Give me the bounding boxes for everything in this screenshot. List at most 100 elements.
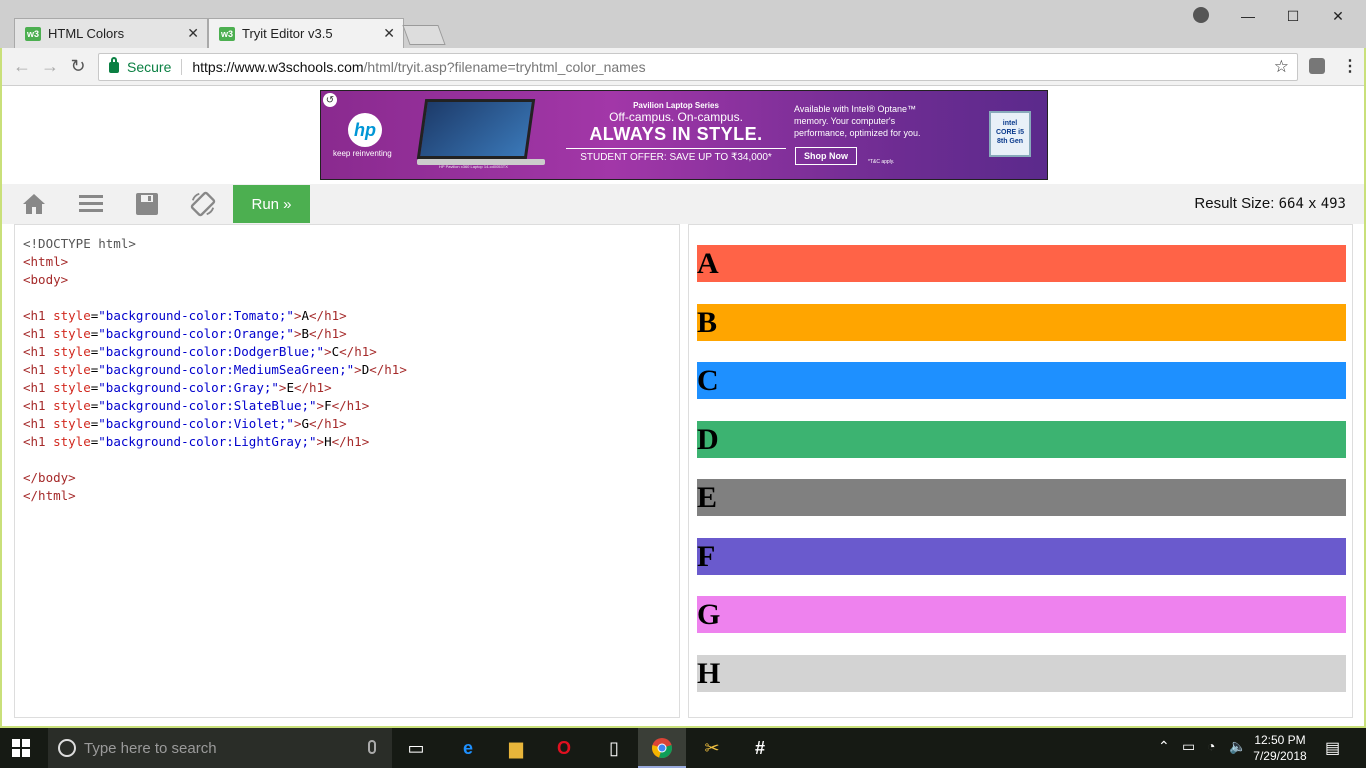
url-host: https://www.w3schools.com (192, 59, 364, 75)
result-width: 664 (1278, 196, 1304, 212)
code-line-body-open: <body> (23, 272, 69, 287)
slack-icon[interactable]: # (748, 736, 772, 760)
code-token: > (316, 434, 325, 449)
windows-start-icon[interactable] (12, 739, 30, 757)
extension-icon[interactable] (1309, 58, 1325, 74)
result-heading-f: F (697, 537, 1346, 575)
ad-area: ↺ hp keep reinventing HP Pavilion x360 L… (2, 87, 1364, 184)
browser-toolbar: ← → ↻ Secure https://www.w3schools.com /… (2, 48, 1364, 86)
close-tab-icon[interactable]: ✕ (187, 25, 199, 42)
search-placeholder: Type here to search (84, 739, 217, 757)
ad-offcampus: Off-campus. On-campus. (609, 110, 743, 124)
code-token-value: C (331, 344, 340, 359)
ad-choice-icon[interactable]: ↺ (323, 93, 337, 107)
code-token: ;" (278, 416, 294, 431)
code-token: style (53, 434, 91, 449)
code-token-value: F (324, 398, 332, 413)
code-token: style (53, 326, 91, 341)
volume-icon[interactable]: 🔈 (1229, 738, 1246, 755)
code-token: style (53, 416, 91, 431)
result-size: Result Size: 664 x 493 (1194, 195, 1346, 212)
back-icon[interactable]: ← (12, 56, 32, 76)
account-icon[interactable] (1193, 7, 1209, 23)
code-token: "background-color: (98, 380, 234, 395)
ad-divider (566, 148, 786, 149)
code-token: </h1> (309, 326, 347, 341)
more-menu-icon[interactable]: ⋮ (1342, 56, 1358, 76)
code-editor[interactable]: <!DOCTYPE html> <html> <body> <h1 style=… (14, 224, 680, 718)
shop-now-button[interactable]: Shop Now (795, 147, 857, 165)
close-tab-icon[interactable]: ✕ (383, 25, 395, 42)
w3schools-favicon-icon: w3 (219, 26, 235, 41)
clock-date: 7/29/2018 (1253, 749, 1307, 763)
save-icon[interactable] (134, 192, 160, 216)
code-token-value: E (286, 380, 294, 395)
forward-icon[interactable]: → (40, 56, 60, 76)
ad-series: Pavilion Laptop Series (633, 101, 719, 110)
result-heading-e: E (697, 479, 1346, 516)
file-explorer-icon[interactable]: ▆ (504, 736, 528, 760)
code-token: "background-color: (98, 398, 234, 413)
code-token: </h1> (331, 434, 370, 449)
reload-icon[interactable]: ↻ (68, 56, 88, 76)
new-tab-button[interactable] (402, 25, 446, 45)
code-token: style (53, 380, 91, 395)
rotate-layout-icon[interactable] (190, 191, 216, 217)
wifi-icon[interactable]: ◔ (1207, 738, 1215, 754)
code-token: "background-color: (98, 326, 234, 341)
code-line-h1: <h1 style="background-color:Violet;">G</… (23, 415, 671, 433)
minimize-icon[interactable]: — (1238, 6, 1258, 26)
edge-icon[interactable]: e (456, 736, 480, 760)
code-token: "background-color: (98, 362, 234, 377)
intel-core: CORE i5 (995, 129, 1024, 136)
hp-ad-banner[interactable]: ↺ hp keep reinventing HP Pavilion x360 L… (320, 90, 1048, 180)
result-heading-g: G (697, 596, 1346, 633)
code-token: > (354, 362, 362, 377)
run-button[interactable]: Run » (233, 185, 310, 223)
notepad-icon[interactable]: ▯ (602, 736, 626, 760)
ad-offer: STUDENT OFFER: SAVE UP TO ₹34,000* (580, 152, 772, 163)
hp-logo: hp (348, 113, 382, 147)
tab-html-colors[interactable]: w3 HTML Colors ✕ (14, 18, 208, 48)
code-token: ;" (301, 398, 317, 413)
ad-tc: *T&C apply. (868, 159, 895, 165)
home-icon[interactable] (21, 192, 47, 216)
battery-icon[interactable]: ▭ (1182, 738, 1195, 755)
task-view-icon[interactable]: ▭ (404, 736, 428, 760)
microphone-icon[interactable] (368, 740, 376, 754)
maximize-icon[interactable]: ☐ (1283, 6, 1303, 26)
tab-tryit-editor[interactable]: w3 Tryit Editor v3.5 ✕ (208, 18, 404, 48)
close-icon[interactable]: ✕ (1328, 6, 1348, 26)
laptop-image (416, 99, 536, 159)
code-token-value: Orange (233, 326, 279, 341)
code-token: <h1 (23, 434, 54, 449)
menu-icon[interactable] (78, 192, 104, 216)
clock-time: 12:50 PM (1254, 733, 1306, 747)
bookmark-star-icon[interactable]: ☆ (1274, 57, 1289, 77)
url-path: /html/tryit.asp?filename=tryhtml_color_n… (363, 59, 646, 75)
address-bar[interactable]: Secure https://www.w3schools.com /html/t… (98, 53, 1298, 81)
tools-icon[interactable]: ✂ (700, 736, 724, 760)
code-line-h1: <h1 style="background-color:Orange;">B</… (23, 325, 671, 343)
code-token: ;" (278, 308, 294, 323)
result-heading-h: H (697, 654, 1346, 692)
ad-headline: ALWAYS IN STYLE. (589, 124, 763, 144)
code-token: "background-color: (98, 434, 234, 449)
code-token-value: SlateBlue (233, 398, 302, 413)
code-token-value: Gray (233, 380, 264, 395)
ad-right-line: Available with Intel® Optane™ (794, 104, 917, 114)
action-center-icon[interactable]: ▤ (1325, 738, 1340, 758)
result-size-label: Result Size: (1194, 195, 1275, 212)
result-height: 493 (1320, 196, 1346, 212)
chrome-icon[interactable] (650, 736, 674, 760)
taskbar-search[interactable]: Type here to search (48, 728, 392, 768)
code-line-h1: <h1 style="background-color:Tomato;">A</… (23, 307, 671, 325)
code-token-value: H (324, 434, 332, 449)
clock[interactable]: 12:50 PM 7/29/2018 (1250, 732, 1310, 764)
show-hidden-icons[interactable]: ⌃ (1158, 738, 1170, 755)
ad-right-line: memory. Your computer's (794, 116, 896, 126)
code-line-h1: <h1 style="background-color:MediumSeaGre… (23, 361, 671, 379)
opera-icon[interactable]: O (552, 736, 576, 760)
code-token: </h1> (309, 416, 347, 431)
code-token: > (293, 416, 302, 431)
